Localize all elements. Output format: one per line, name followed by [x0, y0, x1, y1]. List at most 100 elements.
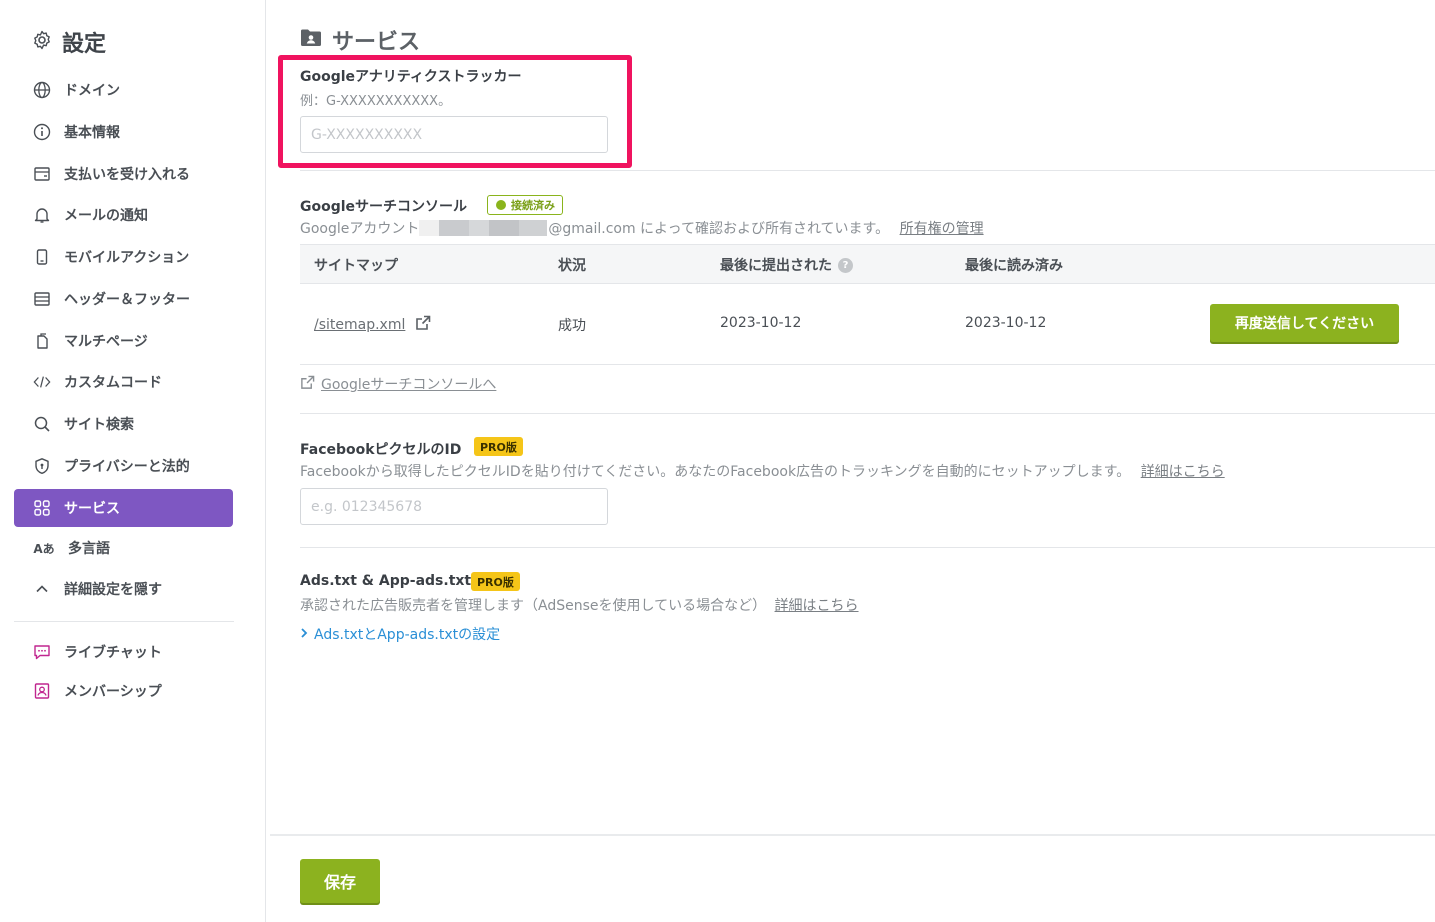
pro-badge: PRO版	[474, 437, 523, 456]
sidebar-item-payments[interactable]: 支払いを受け入れる	[14, 155, 233, 193]
sidebar-divider	[14, 621, 234, 622]
globe-icon	[33, 81, 51, 99]
ads-txt-label: Ads.txt & App-ads.txt	[300, 573, 472, 589]
search-console-link-label: Googleサーチコンソールへ	[321, 377, 497, 393]
wallet-icon	[33, 165, 51, 183]
column-header: サイトマップ	[314, 258, 398, 274]
ads-txt-settings-link[interactable]: Ads.txtとApp-ads.txtの設定	[300, 624, 500, 644]
account-suffix: @gmail.com によって確認および所有されています。	[548, 221, 890, 237]
services-settings-panel: サービス Googleアナリティクストラッカー 例：G-XXXXXXXXXXX。…	[266, 0, 1435, 922]
search-console-desc: Googleアカウント @gmail.com によって確認および所有されています。…	[300, 218, 984, 238]
read-date-cell: 2023-10-12	[965, 315, 1047, 331]
sidebar-title: 設定	[62, 32, 107, 57]
status-badge: 接続済み	[487, 195, 563, 215]
ads-txt-settings-label: Ads.txtとApp-ads.txtの設定	[314, 627, 501, 643]
pro-badge: PRO版	[471, 572, 520, 591]
sidebar-item-live-chat[interactable]: ライブチャット	[14, 633, 233, 671]
search-icon	[33, 415, 51, 433]
folder-user-icon	[300, 28, 322, 52]
external-link-icon	[300, 375, 315, 394]
sidebar-item-multipage[interactable]: マルチページ	[14, 322, 233, 360]
external-link-icon[interactable]	[415, 315, 431, 335]
search-console-label: Googleサーチコンソール	[300, 199, 468, 215]
manage-ownership-link[interactable]: 所有権の管理	[900, 221, 984, 237]
bell-icon	[33, 206, 51, 224]
status-badge-label: 接続済み	[511, 199, 555, 212]
sitemap-cell: /sitemap.xml	[314, 315, 431, 335]
table-row-divider	[300, 364, 1435, 365]
facebook-pixel-desc: Facebookから取得したピクセルIDを貼り付けてください。あなたのFaceb…	[300, 461, 1225, 481]
sidebar-item-privacy-legal[interactable]: プライバシーと法的	[14, 447, 233, 485]
sidebar-item-label: サイト検索	[64, 417, 134, 433]
column-header-label: 最後に提出された	[720, 258, 832, 274]
google-analytics-hint: 例：G-XXXXXXXXXXX。	[300, 94, 452, 109]
sidebar-item-label: ドメイン	[64, 83, 120, 99]
sidebar-item-basic-info[interactable]: 基本情報	[14, 113, 233, 151]
sidebar-header: 設定	[32, 26, 106, 58]
column-header-submitted: 最後に提出された ?	[720, 255, 853, 275]
sidebar-item-label: 基本情報	[64, 125, 120, 141]
sidebar-item-site-search[interactable]: サイト検索	[14, 405, 233, 443]
gear-icon	[32, 30, 52, 54]
learn-more-link[interactable]: 詳細はこちら	[775, 598, 859, 614]
shield-icon	[33, 457, 51, 475]
sitemap-table-header: サイトマップ 状況 最後に提出された ? 最後に読み済み	[300, 244, 1435, 284]
ads-txt-desc: 承認された広告販売者を管理します（AdSenseを使用している場合など） 詳細は…	[300, 595, 859, 615]
chevron-right-icon	[300, 626, 308, 642]
facebook-pixel-input[interactable]	[300, 488, 608, 525]
footer-divider	[270, 834, 1435, 836]
sidebar-item-hide-advanced[interactable]: 詳細設定を隠す	[14, 570, 233, 608]
redacted-email	[419, 220, 548, 236]
submitted-date-cell: 2023-10-12	[720, 315, 802, 331]
search-console-link[interactable]: Googleサーチコンソールへ	[300, 374, 496, 394]
column-header: 最後に読み済み	[965, 258, 1063, 274]
sidebar-item-label: 多言語	[68, 541, 110, 557]
layout-icon	[33, 290, 51, 308]
help-icon[interactable]: ?	[838, 257, 853, 273]
page-header: サービス	[300, 24, 420, 56]
sidebar-item-label: メンバーシップ	[64, 684, 162, 700]
pages-icon	[33, 332, 51, 350]
code-icon	[33, 373, 51, 391]
account-prefix: Googleアカウント	[300, 221, 420, 237]
chevron-up-icon	[33, 580, 51, 598]
settings-sidebar: 設定 ドメイン 基本情報 支払いを受け入れる メールの通知 モバイルアクション …	[0, 0, 266, 922]
sidebar-item-mobile-actions[interactable]: モバイルアクション	[14, 238, 233, 276]
save-button[interactable]: 保存	[300, 859, 380, 903]
sidebar-item-domain[interactable]: ドメイン	[14, 71, 233, 109]
sidebar-item-header-footer[interactable]: ヘッダー＆フッター	[14, 280, 233, 318]
sidebar-item-multilingual[interactable]: Aあ 多言語	[14, 529, 233, 567]
sidebar-item-label: モバイルアクション	[64, 250, 190, 266]
sidebar-item-label: プライバシーと法的	[64, 459, 190, 475]
sidebar-item-label: マルチページ	[64, 334, 148, 350]
facebook-pixel-label: FacebookピクセルのID	[300, 442, 462, 458]
language-icon: Aあ	[33, 541, 55, 556]
sidebar-item-custom-code[interactable]: カスタムコード	[14, 363, 233, 401]
section-divider	[300, 170, 1435, 171]
section-divider	[300, 413, 1435, 414]
mobile-icon	[33, 248, 51, 266]
chat-icon	[33, 643, 51, 661]
status-cell: 成功	[558, 318, 586, 334]
section-divider	[300, 547, 1435, 548]
column-header: 状況	[558, 258, 586, 274]
grid-icon	[33, 499, 51, 517]
sidebar-item-label: カスタムコード	[64, 375, 162, 391]
connected-dot-icon	[496, 200, 506, 210]
google-analytics-input[interactable]	[300, 116, 608, 153]
sitemap-link[interactable]: /sitemap.xml	[314, 317, 405, 333]
sidebar-item-services[interactable]: サービス	[14, 489, 233, 527]
sidebar-item-email-notifications[interactable]: メールの通知	[14, 196, 233, 234]
sidebar-item-label: 支払いを受け入れる	[64, 167, 190, 183]
sidebar-item-membership[interactable]: メンバーシップ	[14, 672, 233, 710]
resubmit-sitemap-button[interactable]: 再度送信してください	[1210, 304, 1399, 342]
sidebar-item-label: 詳細設定を隠す	[64, 582, 162, 598]
learn-more-link[interactable]: 詳細はこちら	[1141, 464, 1225, 480]
sidebar-item-label: ヘッダー＆フッター	[64, 292, 190, 308]
google-analytics-label: Googleアナリティクストラッカー	[300, 69, 522, 85]
ads-txt-desc-text: 承認された広告販売者を管理します（AdSenseを使用している場合など）	[300, 598, 767, 614]
sidebar-item-label: メールの通知	[64, 208, 148, 224]
facebook-pixel-desc-text: Facebookから取得したピクセルIDを貼り付けてください。あなたのFaceb…	[300, 464, 1131, 480]
info-circle-icon	[33, 123, 51, 141]
sidebar-item-label: ライブチャット	[64, 645, 162, 661]
